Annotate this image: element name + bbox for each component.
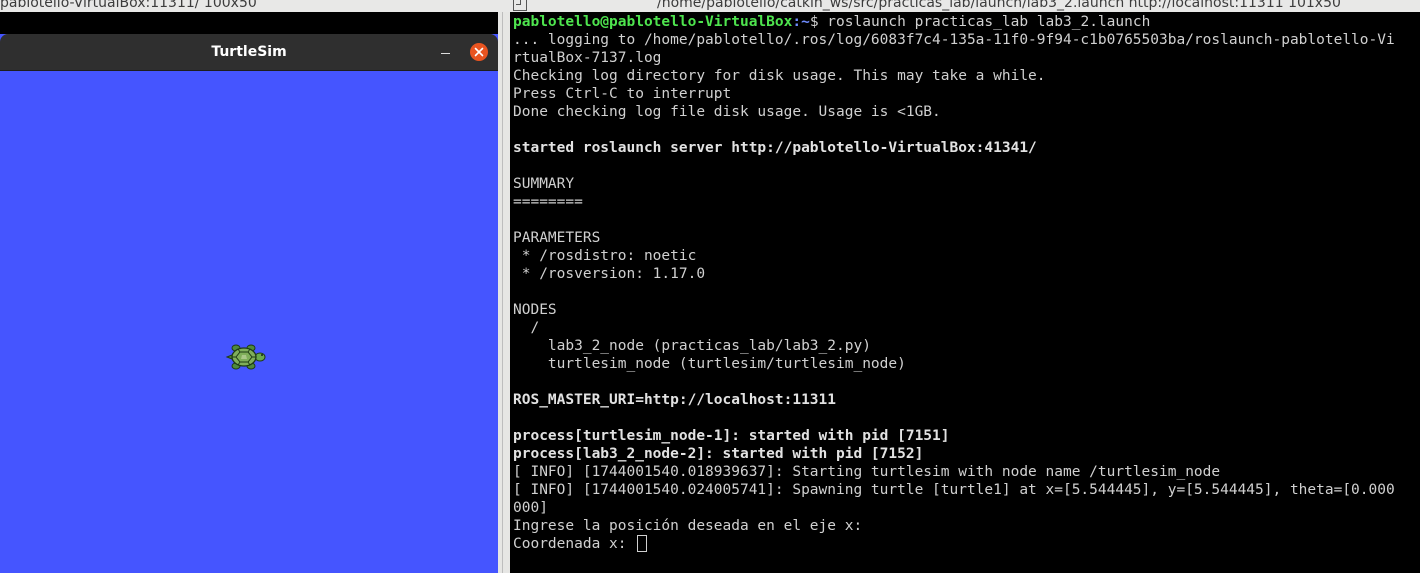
output-line: turtlesim_node (turtlesim/turtlesim_node… bbox=[513, 356, 906, 372]
turtlesim-title: TurtleSim bbox=[211, 44, 287, 60]
output-line: lab3_2_node (practicas_lab/lab3_2.py) bbox=[513, 338, 871, 354]
output-line: Press Ctrl-C to interrupt bbox=[513, 86, 732, 102]
minimize-button[interactable] bbox=[440, 44, 452, 58]
output-line: Done checking log file disk usage. Usage… bbox=[513, 104, 941, 120]
turtlesim-canvas bbox=[0, 71, 498, 573]
turtlesim-window[interactable]: TurtleSim bbox=[0, 34, 498, 573]
right-terminal-title: /home/pablotello/catkin_ws/src/practicas… bbox=[657, 0, 1341, 11]
command-line: pablotello@pablotello-VirtualBox:~$ rosl… bbox=[513, 13, 1395, 31]
output-line: / bbox=[513, 320, 540, 336]
output-line: rtualBox-7137.log bbox=[513, 50, 662, 66]
output-line: * /rosdistro: noetic bbox=[513, 248, 697, 264]
output-line: process[turtlesim_node-1]: started with … bbox=[513, 428, 950, 444]
output-line: process[lab3_2_node-2]: started with pid… bbox=[513, 446, 924, 462]
input-line[interactable]: Coordenada x: bbox=[513, 535, 1395, 553]
output-line: * /rosversion: 1.17.0 bbox=[513, 266, 706, 282]
terminal-pane[interactable]: pablotello@pablotello-VirtualBox:~$ rosl… bbox=[510, 12, 1420, 573]
terminal-icon bbox=[513, 0, 527, 11]
output-line: Checking log directory for disk usage. T… bbox=[513, 68, 1046, 84]
terminal-cursor[interactable] bbox=[637, 535, 648, 552]
output-line: [ INFO] [1744001540.024005741]: Spawning… bbox=[513, 482, 1395, 498]
input-prompt: Coordenada x: bbox=[513, 536, 636, 552]
prompt-user: pablotello@pablotello-VirtualBox bbox=[513, 14, 793, 30]
output-line: ROS_MASTER_URI=http://localhost:11311 bbox=[513, 392, 837, 408]
prompt-path: :~ bbox=[792, 14, 810, 30]
turtlesim-titlebar[interactable]: TurtleSim bbox=[0, 34, 498, 71]
prompt-symbol: $ bbox=[809, 14, 828, 30]
turtle-icon bbox=[225, 344, 266, 370]
output-line: 000] bbox=[513, 500, 548, 516]
left-terminal-title: pablotello-VirtualBox:11311/ 100x50 bbox=[0, 0, 257, 11]
output-line: started roslaunch server http://pablotel… bbox=[513, 140, 1037, 156]
output-line: NODES bbox=[513, 302, 557, 318]
close-button[interactable] bbox=[470, 43, 488, 61]
output-line: Ingrese la posición deseada en el eje x: bbox=[513, 518, 863, 534]
terminal-output: pablotello@pablotello-VirtualBox:~$ rosl… bbox=[513, 13, 1395, 553]
output-line: ======== bbox=[513, 194, 583, 210]
close-icon bbox=[474, 47, 484, 57]
window-title-strip: pablotello-VirtualBox:11311/ 100x50 /hom… bbox=[0, 0, 1420, 12]
output-line: ... logging to /home/pablotello/.ros/log… bbox=[513, 32, 1395, 48]
output-line: PARAMETERS bbox=[513, 230, 601, 246]
command-text: roslaunch practicas_lab lab3_2.launch bbox=[827, 14, 1151, 30]
output-line: [ INFO] [1744001540.018939637]: Starting… bbox=[513, 464, 1221, 480]
output-line: SUMMARY bbox=[513, 176, 575, 192]
pane-divider[interactable] bbox=[498, 12, 510, 573]
